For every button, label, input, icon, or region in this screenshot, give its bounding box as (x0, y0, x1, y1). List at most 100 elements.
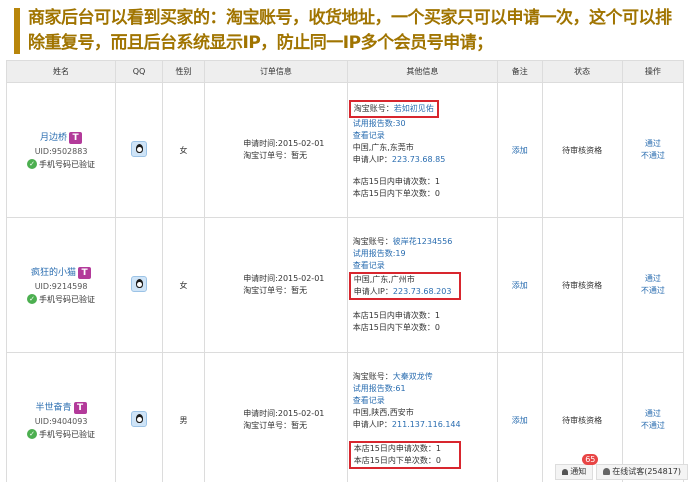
reject-link[interactable]: 不通过 (623, 150, 683, 162)
name-cell: 月边桥 T UID:9502883 ✓ 手机号码已验证 (5, 82, 117, 218)
name-cell: 疯狂的小猫 T UID:9214598 ✓ 手机号码已验证 (5, 217, 117, 353)
taobao-account-link[interactable]: 若如初见佑 (394, 104, 434, 113)
buyer-uid: UID:9502883 (34, 146, 88, 156)
apply-time: 申请时间:2015-02-01 (243, 274, 325, 283)
phone-verified-icon: ✓ (27, 159, 38, 170)
order-number: 淘宝订单号：暂无 (243, 421, 308, 430)
notification-count-badge: 65 (582, 454, 599, 465)
add-note-link[interactable]: 添加 (512, 146, 528, 155)
gender-cell: 女 (161, 217, 206, 353)
gender-cell: 女 (161, 82, 206, 218)
phone-verified: ✓ 手机号码已验证 (7, 429, 115, 440)
column-header-note: 备注 (497, 60, 543, 83)
order-count: 本店15日内下单次数：0 (353, 456, 441, 465)
applicant-ip: 申请人IP：211.137.116.144 (352, 420, 461, 429)
reject-link[interactable]: 不通过 (623, 420, 683, 432)
phone-verified-icon: ✓ (27, 429, 38, 440)
qq-icon[interactable] (130, 411, 147, 427)
add-note-link[interactable]: 添加 (512, 416, 528, 425)
order-info-cell: 申请时间:2015-02-01 淘宝订单号：暂无 (204, 217, 348, 353)
note-cell: 添加 (497, 352, 543, 482)
status-text: 待审核资格 (562, 145, 603, 155)
name-cell: 半世奋青 T UID:9404093 ✓ 手机号码已验证 (5, 352, 117, 482)
notification-button[interactable]: 65 通知 (555, 454, 599, 480)
report-count-link[interactable]: 试用报告数:19 (353, 248, 497, 260)
buyer-name-link[interactable]: 疯狂的小猫 (31, 268, 76, 278)
status-text: 待审核资格 (562, 415, 603, 425)
apply-time: 申请时间:2015-02-01 (243, 409, 325, 418)
bell-icon (562, 468, 569, 475)
note-cell: 添加 (497, 217, 543, 353)
region: 中国,陕西,西安市 (352, 408, 414, 417)
status-text: 待审核资格 (562, 280, 603, 290)
location-ip-highlight: 中国,广东,广州市 申请人IP：223.73.68.203 (348, 272, 461, 300)
qq-cell (115, 82, 163, 218)
view-records-link[interactable]: 查看记录 (353, 395, 497, 407)
action-cell: 通过 不通过 (621, 352, 685, 482)
trial-badge-icon: T (69, 131, 83, 144)
online-users-button[interactable]: 在线试客(254817) (596, 464, 688, 480)
phone-verified: ✓ 手机号码已验证 (7, 294, 115, 305)
bottom-toolbar: 65 通知 在线试客(254817) (555, 454, 688, 480)
taobao-account-link[interactable]: 大秦双龙传 (393, 372, 433, 381)
order-count: 本店15日内下单次数：0 (352, 323, 440, 332)
column-header-qq: QQ (115, 60, 163, 83)
view-records-link[interactable]: 查看记录 (353, 260, 497, 272)
table-row: 疯狂的小猫 T UID:9214598 ✓ 手机号码已验证 女 申请时间:2015-… (5, 217, 685, 353)
report-count-link[interactable]: 试用报告数:30 (353, 118, 497, 130)
order-info-cell: 申请时间:2015-02-01 淘宝订单号：暂无 (204, 352, 348, 482)
qq-cell (115, 217, 163, 353)
gender-cell: 男 (161, 352, 206, 482)
order-count: 本店15日内下单次数：0 (352, 189, 440, 198)
buyer-name-link[interactable]: 月边桥 (40, 133, 67, 143)
qq-icon[interactable] (130, 276, 147, 292)
other-info-cell: 淘宝账号：大秦双龙传 试用报告数:61 查看记录 中国,陕西,西安市 申请人IP… (346, 352, 499, 482)
note-cell: 添加 (497, 82, 543, 218)
region: 中国,广东,东莞市 (352, 143, 414, 152)
banner-accent-bar (14, 8, 20, 54)
taobao-account-link[interactable]: 彼岸花1234556 (393, 237, 453, 246)
column-header-name: 姓名 (5, 60, 117, 83)
other-info-cell: 淘宝账号：彼岸花1234556 试用报告数:19 查看记录 中国,广东,广州市 … (346, 217, 499, 353)
qq-icon[interactable] (130, 141, 147, 157)
action-cell: 通过 不通过 (621, 217, 685, 353)
column-header-gender: 性别 (161, 60, 206, 83)
approve-link[interactable]: 通过 (623, 273, 683, 285)
order-info-cell: 申请时间:2015-02-01 淘宝订单号：暂无 (204, 82, 348, 218)
add-note-link[interactable]: 添加 (512, 281, 528, 290)
applicant-ip: 申请人IP：223.73.68.85 (352, 155, 446, 164)
status-cell: 待审核资格 (541, 217, 623, 353)
column-header-status: 状态 (541, 60, 623, 83)
apply-count: 本店15日内申请次数：1 (352, 177, 440, 186)
approve-link[interactable]: 通过 (623, 408, 683, 420)
counts-highlight: 本店15日内申请次数：1 本店15日内下单次数：0 (348, 441, 461, 469)
buyer-uid: UID:9214598 (34, 281, 88, 291)
view-records-link[interactable]: 查看记录 (353, 130, 497, 142)
approve-link[interactable]: 通过 (623, 138, 683, 150)
qq-cell (115, 352, 163, 482)
action-cell: 通过 不通过 (621, 82, 685, 218)
applicant-table: 姓名 QQ 性别 订单信息 其他信息 备注 状态 操作 月边桥 T UID:950… (5, 60, 685, 482)
annotation-banner: 商家后台可以看到买家的：淘宝账号，收货地址，一个买家只可以申请一次，这个可以排除… (0, 0, 690, 60)
region: 中国,广东,广州市 (353, 275, 415, 284)
buyer-name-link[interactable]: 半世奋青 (36, 403, 72, 413)
table-row: 月边桥 T UID:9502883 ✓ 手机号码已验证 女 申请时间:2015-02… (5, 82, 685, 218)
column-header-order-info: 订单信息 (204, 60, 348, 83)
buyer-uid: UID:9404093 (34, 416, 88, 426)
status-cell: 待审核资格 (541, 82, 623, 218)
user-icon (603, 468, 611, 475)
taobao-account-highlight: 淘宝账号：若如初见佑 (348, 100, 439, 118)
applicant-ip: 申请人IP：223.73.68.203 (353, 287, 452, 296)
phone-verified-icon: ✓ (27, 294, 38, 305)
trial-badge-icon: T (78, 266, 92, 279)
order-number: 淘宝订单号：暂无 (243, 286, 308, 295)
order-number: 淘宝订单号：暂无 (243, 151, 308, 160)
apply-count: 本店15日内申请次数：1 (352, 311, 440, 320)
report-count-link[interactable]: 试用报告数:61 (353, 383, 497, 395)
apply-count: 本店15日内申请次数：1 (353, 444, 441, 453)
trial-badge-icon: T (73, 401, 87, 414)
reject-link[interactable]: 不通过 (623, 285, 683, 297)
apply-time: 申请时间:2015-02-01 (243, 139, 325, 148)
phone-verified: ✓ 手机号码已验证 (7, 159, 115, 170)
banner-text: 商家后台可以看到买家的：淘宝账号，收货地址，一个买家只可以申请一次，这个可以排除… (28, 8, 672, 53)
